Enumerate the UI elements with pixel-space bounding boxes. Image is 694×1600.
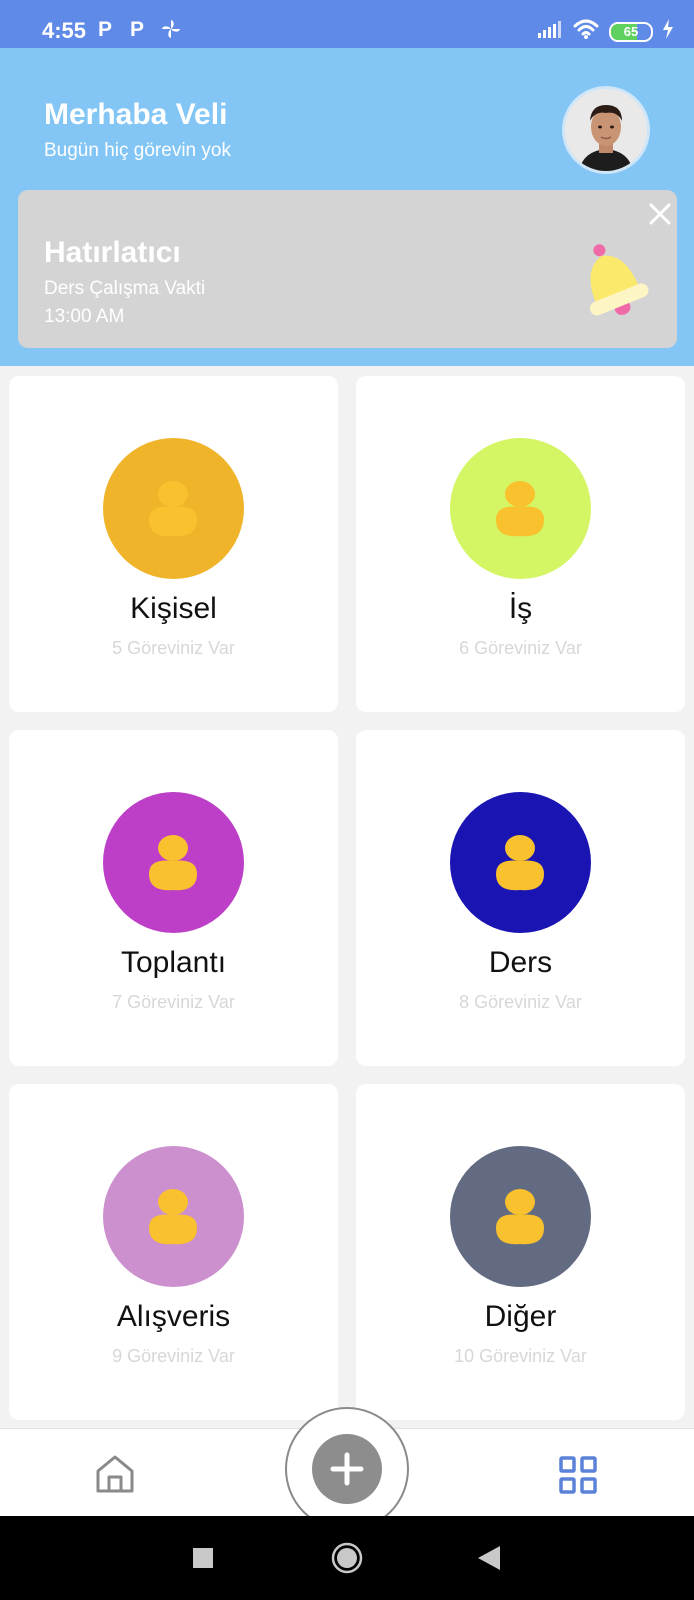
home-icon[interactable] xyxy=(94,1453,136,1495)
add-task-button[interactable] xyxy=(312,1434,382,1504)
parking-p-icon: P xyxy=(98,18,113,41)
reminder-card[interactable]: Hatırlatıcı Ders Çalışma Vakti 13:00 AM xyxy=(18,190,677,348)
category-icon-circle xyxy=(103,1146,244,1287)
category-icon-circle xyxy=(103,438,244,579)
category-card-toplanti[interactable]: Toplantı 7 Göreviniz Var xyxy=(9,730,338,1066)
reminder-description: Ders Çalışma Vakti xyxy=(44,278,206,299)
reminder-title: Hatırlatıcı xyxy=(44,236,181,269)
person-icon xyxy=(149,481,197,537)
category-name: İş xyxy=(508,592,533,625)
category-icon-circle xyxy=(450,1146,591,1287)
category-card-diger[interactable]: Diğer 10 Göreviniz Var xyxy=(356,1084,685,1420)
home-system-icon[interactable] xyxy=(331,1542,363,1579)
person-icon xyxy=(496,481,544,537)
system-nav-bar xyxy=(0,1516,694,1600)
status-bar: 4:55 P P 65 xyxy=(0,0,694,48)
category-name: Diğer xyxy=(484,1300,557,1333)
category-card-ders[interactable]: Ders 8 Göreviniz Var xyxy=(356,730,685,1066)
avatar-photo xyxy=(565,89,647,171)
category-card-alisveris[interactable]: Alışveris 9 Göreviniz Var xyxy=(9,1084,338,1420)
category-name: Ders xyxy=(488,946,553,979)
close-icon[interactable] xyxy=(644,198,676,230)
category-name: Toplantı xyxy=(120,946,227,979)
category-task-count: 7 Göreviniz Var xyxy=(112,992,235,1012)
person-icon xyxy=(149,835,197,891)
avatar[interactable] xyxy=(562,86,650,174)
category-icon-circle xyxy=(450,792,591,933)
fan-icon xyxy=(160,18,182,45)
person-icon xyxy=(496,1189,544,1245)
reminder-time: 13:00 AM xyxy=(44,306,125,327)
back-icon[interactable] xyxy=(478,1546,500,1575)
category-task-count: 10 Göreviniz Var xyxy=(454,1346,587,1366)
category-task-count: 8 Göreviniz Var xyxy=(459,992,582,1012)
battery-icon: 65 xyxy=(609,21,653,42)
bell-icon xyxy=(566,234,656,324)
category-icon-circle xyxy=(450,438,591,579)
wifi-icon xyxy=(572,18,600,45)
status-time: 4:55 xyxy=(42,18,87,43)
greeting-title: Merhaba Veli xyxy=(44,98,228,131)
header: Merhaba Veli Bugün hiç görevin yok Hatır… xyxy=(0,48,694,366)
person-icon xyxy=(496,835,544,891)
category-task-count: 6 Göreviniz Var xyxy=(459,638,582,658)
category-name: Alışveris xyxy=(116,1300,231,1333)
category-task-count: 5 Göreviniz Var xyxy=(112,638,235,658)
category-name: Kişisel xyxy=(130,592,217,625)
category-card-kisisel[interactable]: Kişisel 5 Göreviniz Var xyxy=(9,376,338,712)
category-card-is[interactable]: İş 6 Göreviniz Var xyxy=(356,376,685,712)
parking-p-icon: P xyxy=(130,18,145,41)
category-task-count: 9 Göreviniz Var xyxy=(112,1346,235,1366)
person-icon xyxy=(149,1189,197,1245)
plus-icon xyxy=(330,1452,364,1486)
charging-icon xyxy=(662,19,674,44)
greeting-subtitle: Bugün hiç görevin yok xyxy=(44,140,231,161)
recent-apps-icon[interactable] xyxy=(193,1548,213,1573)
add-task-button-ring xyxy=(285,1407,409,1531)
grid-view-icon[interactable] xyxy=(558,1455,598,1495)
category-icon-circle xyxy=(103,792,244,933)
signal-icon xyxy=(537,19,563,44)
